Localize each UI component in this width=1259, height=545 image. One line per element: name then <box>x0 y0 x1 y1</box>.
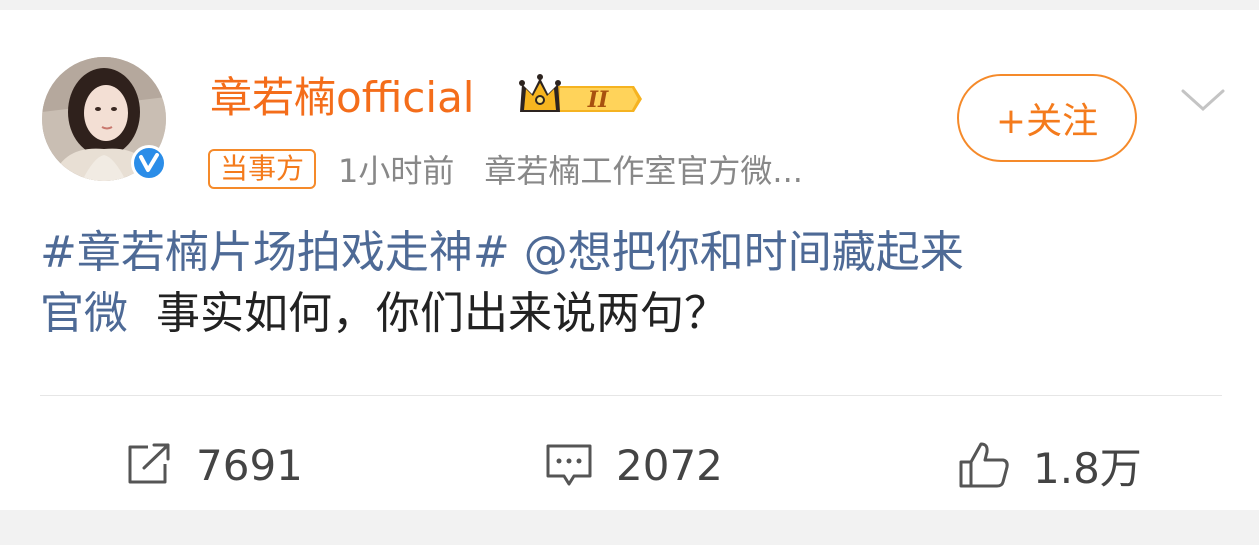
party-tag: 当事方 <box>208 149 317 189</box>
repost-button[interactable]: 7691 <box>124 430 303 500</box>
post-time: 1小时前 <box>338 152 455 190</box>
comment-button[interactable]: 2072 <box>544 430 723 500</box>
post-content: #章若楠片场拍戏走神# @想把你和时间藏起来 官微 事实如何，你们出来说两句？ <box>40 222 1220 344</box>
follow-button[interactable]: +关注 <box>957 74 1137 162</box>
comment-icon <box>546 444 592 486</box>
comment-count: 2072 <box>616 440 723 490</box>
hashtag-link[interactable]: #章若楠片场拍戏走神# <box>40 227 510 278</box>
like-icon <box>959 442 1009 488</box>
post-text: 事实如何，你们出来说两句？ <box>155 288 728 339</box>
mention-link-cont[interactable]: 官微 <box>40 288 128 339</box>
post-card: 章若楠official II 当事方 1小时前 章若楠工作室官方微... +关注… <box>0 10 1259 510</box>
like-button[interactable]: 1.8万 <box>957 430 1142 500</box>
mention-link[interactable]: @想把你和时间藏起来 <box>524 227 964 278</box>
crown-level-icon[interactable]: II <box>516 72 646 122</box>
repost-icon <box>128 443 170 484</box>
chevron-down-icon[interactable] <box>1180 82 1226 118</box>
level-badge-text: II <box>587 87 609 113</box>
follow-label: +关注 <box>995 101 1099 142</box>
repost-count: 7691 <box>196 440 303 490</box>
divider <box>40 395 1222 396</box>
author-name[interactable]: 章若楠official <box>210 68 474 128</box>
like-count: 1.8万 <box>1033 443 1142 493</box>
verified-icon <box>131 145 167 181</box>
post-source[interactable]: 章若楠工作室官方微... <box>484 146 803 192</box>
post-meta: 当事方 1小时前 章若楠工作室官方微... <box>208 147 803 191</box>
